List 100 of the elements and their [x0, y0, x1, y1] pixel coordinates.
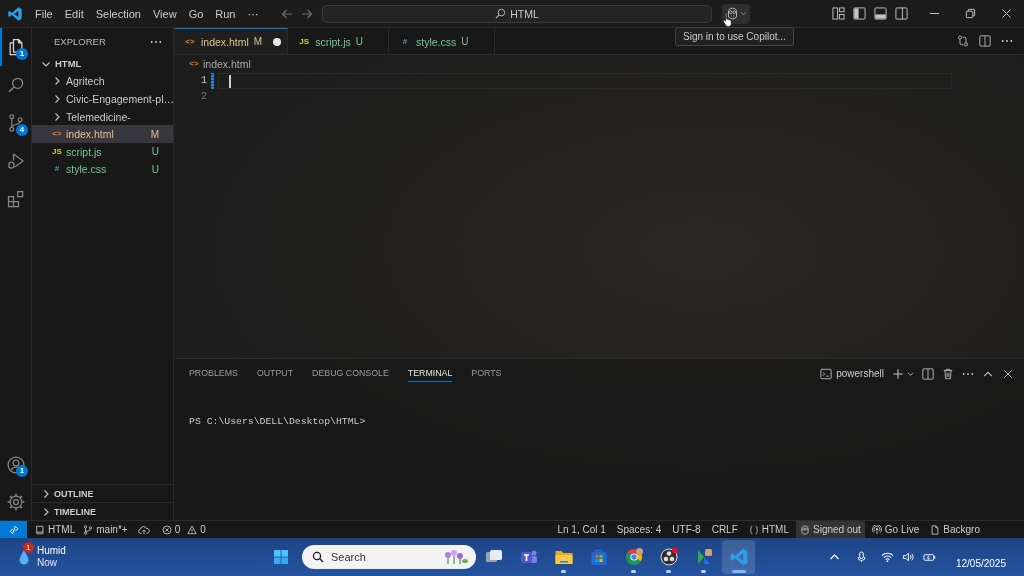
- back-arrow-icon[interactable]: [281, 7, 293, 20]
- start-icon[interactable]: [273, 549, 289, 565]
- broadcast-icon: [871, 524, 882, 535]
- panel-tab[interactable]: OUTPUT: [256, 365, 294, 382]
- code-editor-logo-icon: [7, 5, 23, 22]
- status-item[interactable]: CRLF: [707, 521, 742, 538]
- menu-item[interactable]: View: [146, 7, 183, 20]
- js-file-icon: JS: [298, 35, 311, 48]
- status-item[interactable]: HTML: [744, 521, 793, 538]
- js-file-icon: JS: [51, 145, 63, 158]
- css-file-icon: #: [51, 163, 63, 176]
- editor-tab[interactable]: # style.css U: [389, 28, 495, 54]
- git-status: U: [461, 36, 469, 47]
- tooltip: Sign in to use Copilot...: [675, 27, 794, 46]
- wifi-icon[interactable]: [880, 551, 894, 563]
- terminal-prompt: PS C:\Users\DELL\Desktop\HTML>: [189, 416, 366, 427]
- terminal-selector[interactable]: powershell: [820, 367, 884, 380]
- status-item[interactable]: Spaces: 4: [612, 521, 666, 538]
- notification-badge: 1: [16, 465, 28, 477]
- cloud-upload-icon[interactable]: [137, 524, 150, 535]
- git-status: M: [253, 36, 263, 47]
- problems-status[interactable]: 0 0: [157, 521, 214, 538]
- breadcrumb-item[interactable]: index.html: [203, 58, 251, 70]
- menu-item[interactable]: Go: [182, 7, 210, 20]
- error-count: 0: [174, 524, 181, 535]
- taskbar-search-field[interactable]: Search: [302, 545, 476, 569]
- more-icon[interactable]: [150, 39, 162, 44]
- status-item[interactable]: Ln 1, Col 1: [553, 521, 610, 538]
- primary-sidebar-toggle-icon[interactable]: [853, 7, 866, 20]
- line-number: 2: [200, 90, 207, 104]
- more-icon[interactable]: [962, 371, 974, 376]
- status-item[interactable]: UTF-8: [668, 521, 705, 538]
- status-item[interactable]: Signed out: [796, 521, 865, 538]
- close-icon[interactable]: [1002, 367, 1014, 380]
- command-center-search[interactable]: HTML: [322, 4, 712, 23]
- branch-icon: [83, 524, 94, 535]
- panel-toggle-icon[interactable]: [874, 7, 887, 20]
- editor-tab[interactable]: <> index.html M: [174, 28, 289, 54]
- editor-tab[interactable]: JS script.js U: [288, 28, 390, 54]
- status-item[interactable]: HTML: [31, 521, 80, 538]
- extensions-icon: [5, 189, 26, 209]
- tree-item[interactable]: Telemedicine-: [32, 107, 173, 126]
- customize-layout-icon[interactable]: [832, 7, 845, 20]
- panel-tab[interactable]: PORTS: [471, 365, 502, 382]
- notification-badge: 4: [16, 124, 28, 136]
- chevron-down-icon[interactable]: [907, 370, 914, 377]
- forward-arrow-icon[interactable]: [301, 7, 313, 20]
- book-icon: [35, 524, 45, 535]
- secondary-sidebar-toggle-icon[interactable]: [895, 7, 908, 20]
- remote-button[interactable]: [0, 521, 27, 538]
- menu-item[interactable]: File: [29, 7, 59, 20]
- menu-item[interactable]: Run: [209, 7, 242, 20]
- water-drop-icon: [17, 548, 31, 566]
- menu-item[interactable]: Selection: [89, 7, 147, 20]
- tree-item[interactable]: Civic-Engagement-pl…: [32, 90, 173, 108]
- git-status: M: [150, 128, 159, 140]
- microphone-icon[interactable]: [854, 551, 868, 563]
- git-status: U: [151, 163, 159, 175]
- file-icon: [930, 524, 941, 535]
- activity-bar-button[interactable]: 1: [0, 446, 31, 483]
- browser-icon: [623, 547, 644, 567]
- notification-badge: 1: [23, 542, 34, 553]
- taskbar-date[interactable]: 12/05/2025: [955, 545, 1006, 569]
- more-icon[interactable]: [1001, 39, 1013, 43]
- status-item[interactable]: main*+: [79, 521, 132, 538]
- status-item[interactable]: Backgro: [926, 521, 984, 538]
- settings-icon: [5, 491, 26, 512]
- speaker-icon[interactable]: [901, 551, 915, 563]
- panel-tab[interactable]: TERMINAL: [407, 365, 453, 382]
- tree-item[interactable]: Agritech: [32, 72, 173, 91]
- sidebar-section-header[interactable]: OUTLINE: [32, 484, 173, 502]
- tree-item[interactable]: <> index.html M: [32, 125, 173, 143]
- menu-item[interactable]: ···: [241, 7, 265, 20]
- git-status: U: [355, 36, 364, 47]
- search-icon: [5, 75, 26, 95]
- tree-item[interactable]: HTML: [32, 55, 173, 73]
- weather-widget[interactable]: 1 Humid Now: [17, 545, 66, 569]
- restore-icon[interactable]: [964, 8, 976, 19]
- shopping-bag-icon: [588, 547, 609, 567]
- activity-bar-button[interactable]: 4: [0, 104, 31, 142]
- menu-item[interactable]: Edit: [58, 7, 90, 20]
- html-file-icon: <>: [184, 35, 196, 48]
- line-number: 1: [200, 74, 207, 88]
- panel-tab[interactable]: PROBLEMS: [189, 365, 238, 382]
- split-terminal-icon[interactable]: [922, 367, 934, 380]
- status-item[interactable]: Go Live: [867, 521, 924, 538]
- chevron-down-icon: [739, 11, 747, 16]
- tree-item[interactable]: # style.css U: [32, 160, 173, 179]
- unsaved-dot-icon[interactable]: [273, 37, 282, 46]
- close-icon[interactable]: [1000, 8, 1012, 19]
- trash-icon[interactable]: [942, 367, 954, 380]
- search-icon: [312, 551, 324, 563]
- battery-icon[interactable]: [922, 551, 936, 563]
- panel-tab[interactable]: DEBUG CONSOLE: [312, 365, 389, 382]
- compare-changes-icon[interactable]: [957, 35, 969, 47]
- plus-icon[interactable]: [892, 367, 904, 380]
- html-file-icon: <>: [188, 58, 200, 70]
- split-editor-icon[interactable]: [979, 35, 991, 47]
- remote-icon: [8, 524, 19, 535]
- tree-item[interactable]: JS script.js U: [32, 142, 173, 161]
